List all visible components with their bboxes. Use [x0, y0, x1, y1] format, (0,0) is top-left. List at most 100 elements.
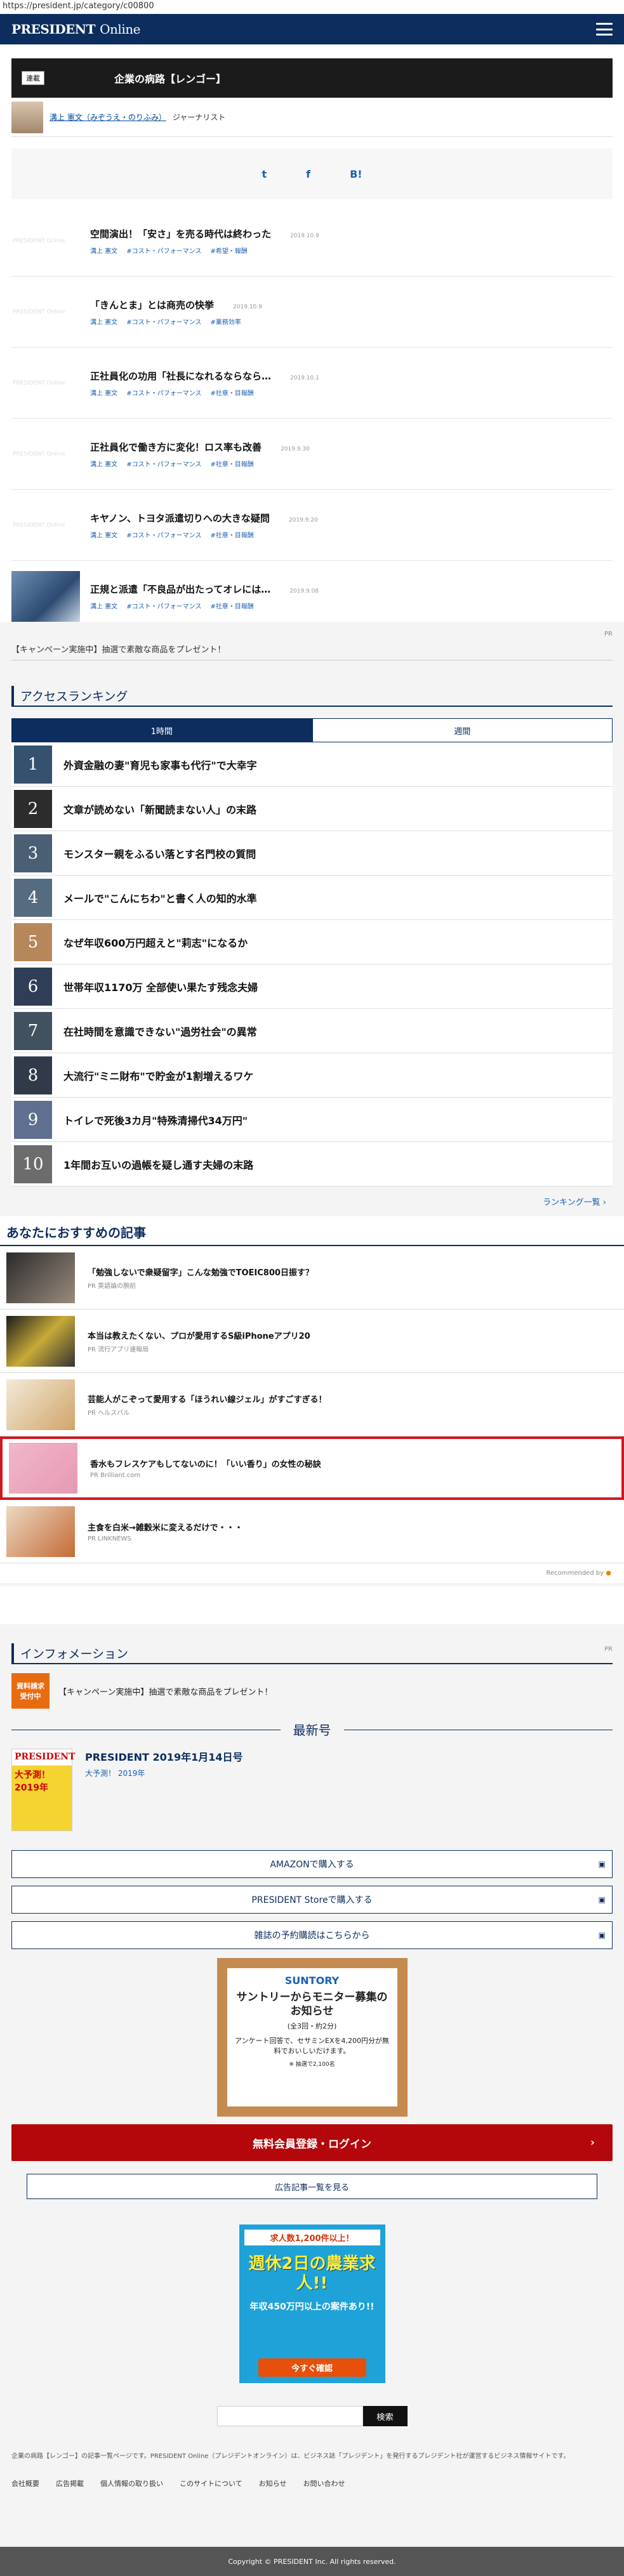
article-tag[interactable]: #社章・目報酬: [210, 388, 253, 397]
ranking-title[interactable]: 1年間お互いの過帳を疑し通す夫婦の末路: [63, 1157, 253, 1172]
article-tag[interactable]: #希望・報酬: [210, 246, 247, 255]
article-body: 正社員化で働き方に変化！ロス率も改善 2019.9.30 溝上 憲文 #コスト・パフォ…: [80, 440, 613, 468]
recommend-title[interactable]: 主食を白米→雑穀米に変えるだけで・・・: [88, 1521, 243, 1533]
article-body: 正社員化の功用「社長になれるならなら… 2019.10.1 溝上 憲文 #コスト・パフ…: [80, 369, 613, 397]
ranking-item[interactable]: 6 世帯年収1170万 全部使い果たす残念夫婦: [11, 964, 613, 1009]
article-thumbnail[interactable]: [11, 570, 80, 622]
ranking-item[interactable]: 4 メールで"こんにちわ"と書く人の知的水準: [11, 876, 613, 920]
ranking-item[interactable]: 5 なぜ年収600万円超えと"莉志"になるか: [11, 920, 613, 964]
article-tag[interactable]: 溝上 憲文: [90, 388, 117, 397]
suntory-ad[interactable]: SUNTORY サントリーからモニター募集のお知らせ (全3回・約2分) アンケ…: [216, 1958, 408, 2117]
article-thumbnail[interactable]: PRESIDENT Online: [11, 429, 80, 480]
twitter-share-icon[interactable]: t: [262, 168, 267, 180]
ranking-title[interactable]: 大流行"ミニ財布"で貯金が1割増えるワケ: [63, 1068, 253, 1083]
ranking-title[interactable]: 在社時間を意識できない"過労社会"の異常: [63, 1023, 257, 1039]
article-tag[interactable]: 溝上 憲文: [90, 317, 117, 326]
article-tag[interactable]: #コスト・パフォーマンス: [126, 317, 201, 326]
recommend-source: PR ヘルスパル: [88, 1409, 130, 1417]
magazine-cover[interactable]: PRESIDENT 大予測！2019年: [11, 1749, 76, 1831]
article-item[interactable]: PRESIDENT Online 「きんとま」とは商売の快挙 2019.10.9 溝上…: [11, 277, 613, 348]
ranking-title[interactable]: 世帯年収1170万 全部使い果たす残念夫婦: [63, 979, 258, 994]
article-item[interactable]: PRESIDENT Online 空間演出！「安さ」を売る時代は終わった 2019.…: [11, 206, 613, 277]
ranking-title[interactable]: 文章が読めない「新聞読まない人」の末路: [63, 801, 256, 817]
buy-amazon-button[interactable]: AMAZONで購入する: [11, 1850, 613, 1878]
article-title[interactable]: 正社員化で働き方に変化！ロス率も改善: [90, 440, 262, 454]
footer-link[interactable]: このサイトについて: [180, 2478, 242, 2488]
recommend-title[interactable]: 本当は教えたくない、プロが愛用するS級iPhoneアプリ20: [88, 1329, 310, 1341]
article-thumbnail[interactable]: PRESIDENT Online: [11, 216, 80, 266]
info-campaign-link[interactable]: 【キャンペーン実施中】抽選で素敵な商品をプレゼント！: [58, 1685, 272, 1697]
url-text[interactable]: https://president.jp/category/c00800: [3, 1, 154, 11]
article-tag[interactable]: #コスト・パフォーマンス: [126, 246, 201, 255]
register-login-button[interactable]: 無料会員登録・ログイン ›: [11, 2124, 613, 2161]
tab-weekly[interactable]: 週間: [312, 718, 613, 742]
article-tag[interactable]: 溝上 憲文: [90, 601, 117, 610]
article-tag[interactable]: #社章・目報酬: [210, 530, 253, 539]
ranking-title[interactable]: 外資金融の妻"育児も家事も代行"で大幸字: [63, 757, 257, 772]
recommend-title[interactable]: 香水もフレスケアもしてないのに！「いい香り」の女性の秘訣: [90, 1457, 321, 1469]
article-tag[interactable]: #コスト・パフォーマンス: [126, 530, 201, 539]
menu-icon[interactable]: [596, 23, 613, 36]
article-tag[interactable]: #業務効率: [210, 317, 241, 326]
ranking-item[interactable]: 10 1年間お互いの過帳を疑し通す夫婦の末路: [11, 1142, 613, 1186]
recommend-title[interactable]: 「勉強しないで衆疑留字」こんな勉強でTOEIC800日振す？: [88, 1266, 314, 1278]
recommend-item[interactable]: 香水もフレスケアもしてないのに！「いい香り」の女性の秘訣 PR Brilliant…: [0, 1436, 624, 1500]
article-title[interactable]: 空間演出！「安さ」を売る時代は終わった: [90, 227, 271, 240]
ranking-item[interactable]: 9 トイレで死後3カ月"特殊清掃代34万円": [11, 1098, 613, 1142]
recommend-item[interactable]: 本当は教えたくない、プロが愛用するS級iPhoneアプリ20 PR 流行アプリ速報…: [0, 1310, 624, 1373]
footer-link[interactable]: お問い合わせ: [303, 2478, 345, 2488]
article-thumbnail[interactable]: PRESIDENT Online: [11, 500, 80, 551]
tab-1hour[interactable]: 1時間: [11, 718, 312, 742]
article-title[interactable]: キヤノン、トヨタ派遣切りへの大きな疑問: [90, 511, 270, 525]
footer-link[interactable]: 広告掲載: [56, 2478, 84, 2488]
search-button[interactable]: 検索: [362, 2406, 408, 2426]
ranking-item[interactable]: 7 在社時間を意識できない"過労社会"の異常: [11, 1009, 613, 1053]
ranking-item[interactable]: 8 大流行"ミニ財布"で貯金が1割増えるワケ: [11, 1053, 613, 1098]
author-name-link[interactable]: 溝上 憲文（みぞうえ・のりふみ）: [50, 112, 166, 122]
ranking-title[interactable]: モンスター親をふるい落とす名門校の質問: [63, 846, 256, 861]
footer-link[interactable]: 個人情報の取り扱い: [100, 2478, 163, 2488]
recommend-item[interactable]: 芸能人がこぞって愛用する「ほうれい線ジェル」がすごすぎる！ PR ヘルスパル: [0, 1373, 624, 1436]
ranking-item[interactable]: 1 外資金融の妻"育児も家事も代行"で大幸字: [11, 742, 613, 787]
article-title[interactable]: 正規と派遣「不良品が出たってオレには…: [90, 582, 270, 596]
search-input[interactable]: [216, 2406, 363, 2426]
article-item[interactable]: PRESIDENT Online キヤノン、トヨタ派遣切りへの大きな疑問 2019.…: [11, 490, 613, 561]
article-tag[interactable]: 溝上 憲文: [90, 530, 117, 539]
recommend-item[interactable]: 「勉強しないで衆疑留字」こんな勉強でTOEIC800日振す？ PR 英語論の腕前: [0, 1246, 624, 1310]
site-logo[interactable]: PRESIDENT Online: [11, 21, 140, 37]
ranking-more-link[interactable]: ランキング一覧 ›: [11, 1186, 613, 1216]
recommend-source: PR 英語論の腕前: [88, 1282, 136, 1290]
article-tag[interactable]: #社章・目報酬: [210, 459, 253, 468]
article-tag[interactable]: 溝上 憲文: [90, 459, 117, 468]
ranking-title[interactable]: メールで"こんにちわ"と書く人の知的水準: [63, 890, 257, 905]
buy-store-button[interactable]: PRESIDENT Storeで購入する: [11, 1886, 613, 1914]
ranking-title[interactable]: トイレで死後3カ月"特殊清掃代34万円": [63, 1112, 248, 1127]
footer-link[interactable]: お知らせ: [259, 2478, 287, 2488]
ranking-number: 8: [27, 1065, 39, 1085]
article-tag[interactable]: #社章・目報酬: [210, 601, 253, 610]
hatena-share-icon[interactable]: B!: [350, 168, 362, 180]
article-tag[interactable]: #コスト・パフォーマンス: [126, 601, 201, 610]
farm-job-ad[interactable]: 求人数1,200件以上！ 週休2日の農業求人!! 年収450万円以上の案件あり!…: [239, 2224, 385, 2383]
footer-link[interactable]: 会社概要: [11, 2478, 39, 2488]
issue-title[interactable]: PRESIDENT 2019年1月14日号: [85, 1749, 242, 1764]
url-bar[interactable]: https://president.jp/category/c00800: [0, 0, 624, 14]
article-thumbnail[interactable]: PRESIDENT Online: [11, 358, 80, 409]
article-title[interactable]: 「きんとま」とは商売の快挙: [90, 298, 214, 312]
ranking-item[interactable]: 2 文章が読めない「新聞読まない人」の末路: [11, 787, 613, 831]
facebook-share-icon[interactable]: f: [306, 168, 310, 180]
article-title[interactable]: 正社員化の功用「社長になれるならなら…: [90, 369, 271, 383]
subscribe-button[interactable]: 雑誌の予約購読はこちらから: [11, 1921, 613, 1949]
ad-list-button[interactable]: 広告記事一覧を見る: [27, 2174, 597, 2199]
article-item[interactable]: PRESIDENT Online 正社員化で働き方に変化！ロス率も改善 2019.9…: [11, 419, 613, 490]
ranking-title[interactable]: なぜ年収600万円超えと"莉志"になるか: [63, 935, 248, 950]
recommend-title[interactable]: 芸能人がこぞって愛用する「ほうれい線ジェル」がすごすぎる！: [88, 1393, 326, 1405]
article-tag[interactable]: 溝上 憲文: [90, 246, 117, 255]
ranking-item[interactable]: 3 モンスター親をふるい落とす名門校の質問: [11, 831, 613, 876]
article-item[interactable]: PRESIDENT Online 正社員化の功用「社長になれるならなら… 2019.…: [11, 348, 613, 419]
recommend-item[interactable]: 主食を白米→雑穀米に変えるだけで・・・ PR LINKNEWS: [0, 1500, 624, 1563]
article-tag[interactable]: #コスト・パフォーマンス: [126, 459, 201, 468]
campaign-link[interactable]: 【キャンペーン実施中】抽選で素敵な商品をプレゼント！: [11, 638, 613, 660]
article-tag[interactable]: #コスト・パフォーマンス: [126, 388, 201, 397]
article-thumbnail[interactable]: PRESIDENT Online: [11, 287, 80, 338]
